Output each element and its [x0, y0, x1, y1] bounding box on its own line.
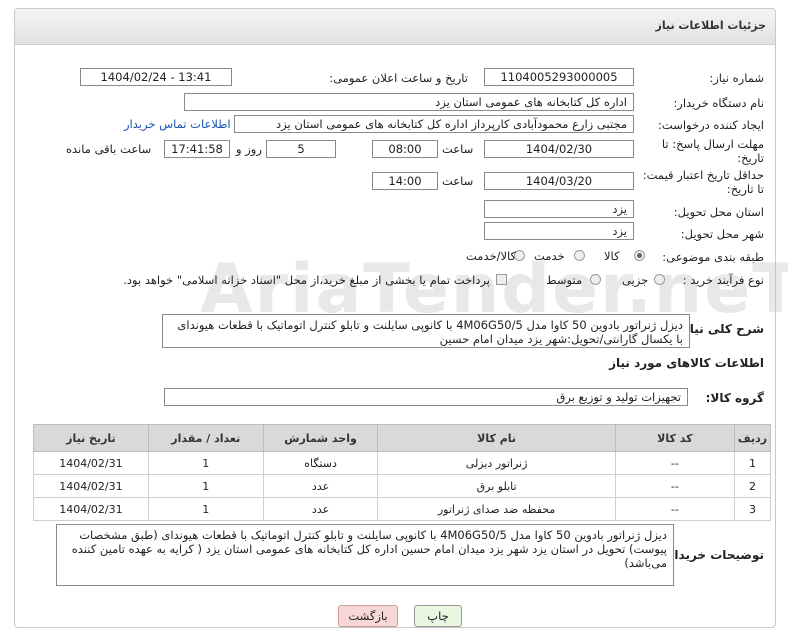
table-row: 1 -- ژنراتور دیزلی دستگاه 1 1404/02/31 — [33, 451, 772, 475]
announce-datetime-label: تاریخ و ساعت اعلان عمومی: — [329, 71, 468, 85]
col-code: کد کالا — [614, 424, 735, 452]
col-name: نام کالا — [377, 424, 616, 452]
cell-row: 1 — [733, 451, 772, 475]
goods-table-wrap: ردیف کد کالا نام کالا واحد شمارش تعداد /… — [33, 424, 772, 521]
cell-unit: عدد — [262, 474, 379, 498]
table-row: 3 -- محفظه ضد صدای ژنراتور عدد 1 1404/02… — [33, 497, 772, 521]
purchase-radio-medium[interactable] — [590, 274, 601, 285]
delivery-province-field: یزد — [484, 200, 634, 218]
treasury-payment-note: پرداخت تمام یا بخشی از مبلغ خرید،از محل … — [123, 273, 490, 287]
col-unit: واحد شمارش — [262, 424, 379, 452]
purchase-medium-label: متوسط — [546, 273, 583, 287]
cell-qty: 1 — [147, 451, 264, 475]
cell-qty: 1 — [147, 497, 264, 521]
print-button[interactable]: چاپ — [414, 605, 462, 627]
cell-code: -- — [614, 497, 735, 521]
back-button[interactable]: بازگشت — [338, 605, 398, 627]
purchase-radio-minor[interactable] — [654, 274, 665, 285]
category-both-label: کالا/خدمت — [466, 249, 517, 263]
need-number-label: شماره نیاز: — [709, 71, 764, 85]
remaining-time-label: ساعت باقی مانده — [66, 142, 152, 156]
cell-unit: دستگاه — [262, 451, 379, 475]
reply-time-field: 08:00 — [372, 140, 438, 158]
reply-date-field: 1404/02/30 — [484, 140, 634, 158]
cell-code: -- — [614, 474, 735, 498]
category-label: طبقه بندی موضوعی: — [662, 250, 764, 264]
treasury-payment-checkbox[interactable] — [496, 274, 507, 285]
remaining-time-field: 17:41:58 — [164, 140, 230, 158]
goods-group-label: گروه کالا: — [705, 391, 764, 405]
buyer-notes-label: توضیحات خریدار: — [662, 548, 764, 562]
delivery-city-field: یزد — [484, 222, 634, 240]
category-goods-label: کالا — [604, 249, 620, 263]
buyer-notes-textarea: دیزل ژنراتور بادوین 50 کاوا مدل 4M06G50/… — [56, 524, 674, 586]
reply-deadline-label: مهلت ارسال پاسخ: تا — [661, 137, 764, 151]
delivery-city-label: شهر محل تحویل: — [680, 227, 764, 241]
cell-row: 3 — [733, 497, 772, 521]
buyer-org-field: اداره کل کتابخانه های عمومی استان یزد — [184, 93, 634, 111]
remaining-days-field: 5 — [266, 140, 336, 158]
price-validity-label: حداقل تاریخ اعتبار قیمت: — [642, 168, 764, 182]
buyer-contact-link[interactable]: اطلاعات تماس خریدار — [124, 117, 231, 131]
cell-row: 2 — [733, 474, 772, 498]
category-service-label: خدمت — [534, 249, 565, 263]
price-validity-date-field: 1404/03/20 — [484, 172, 634, 190]
cell-name: تابلو برق — [377, 474, 616, 498]
reply-time-label: ساعت — [442, 142, 474, 156]
announce-datetime-field: 1404/02/24 - 13:41 — [80, 68, 232, 86]
cell-name: محفظه ضد صدای ژنراتور — [377, 497, 616, 521]
buyer-org-label: نام دستگاه خریدار: — [673, 96, 764, 110]
description-textarea: دیزل ژنراتور بادوین 50 کاوا مدل 4M06G50/… — [162, 314, 690, 348]
purchase-minor-label: جزیی — [622, 273, 649, 287]
purchase-type-label: نوع فرآیند خرید : — [682, 273, 764, 287]
delivery-province-label: استان محل تحویل: — [673, 205, 764, 219]
cell-name: ژنراتور دیزلی — [377, 451, 616, 475]
price-validity-time-label: ساعت — [442, 174, 474, 188]
reply-deadline-label-2: تاریخ: — [737, 151, 764, 165]
description-label: شرح کلی نیاز: — [678, 322, 764, 336]
goods-table-header: ردیف کد کالا نام کالا واحد شمارش تعداد /… — [33, 424, 772, 452]
category-radio-goods[interactable] — [634, 250, 645, 261]
col-row: ردیف — [733, 424, 772, 452]
cell-unit: عدد — [262, 497, 379, 521]
cell-date: 1404/02/31 — [33, 497, 149, 521]
cell-date: 1404/02/31 — [33, 474, 149, 498]
requester-field: مجتبی زارع محمودآبادی کارپرداز اداره کل … — [234, 115, 634, 133]
need-number-field: 1104005293000005 — [484, 68, 634, 86]
cell-qty: 1 — [147, 474, 264, 498]
col-date: تاریخ نیاز — [33, 424, 149, 452]
remaining-days-label: روز و — [236, 142, 262, 156]
goods-section-title: اطلاعات کالاهای مورد نیاز — [609, 356, 764, 370]
requester-label: ایجاد کننده درخواست: — [658, 118, 764, 132]
goods-group-field: تجهیزات تولید و توزیع برق — [164, 388, 688, 406]
cell-date: 1404/02/31 — [33, 451, 149, 475]
col-qty: تعداد / مقدار — [147, 424, 264, 452]
panel-title: جزئیات اطلاعات نیاز — [655, 19, 767, 32]
category-radio-service[interactable] — [574, 250, 585, 261]
goods-table: ردیف کد کالا نام کالا واحد شمارش تعداد /… — [33, 424, 772, 521]
price-validity-label-2: تا تاریخ: — [726, 182, 764, 196]
price-validity-time-field: 14:00 — [372, 172, 438, 190]
cell-code: -- — [614, 451, 735, 475]
table-row: 2 -- تابلو برق عدد 1 1404/02/31 — [33, 474, 772, 498]
